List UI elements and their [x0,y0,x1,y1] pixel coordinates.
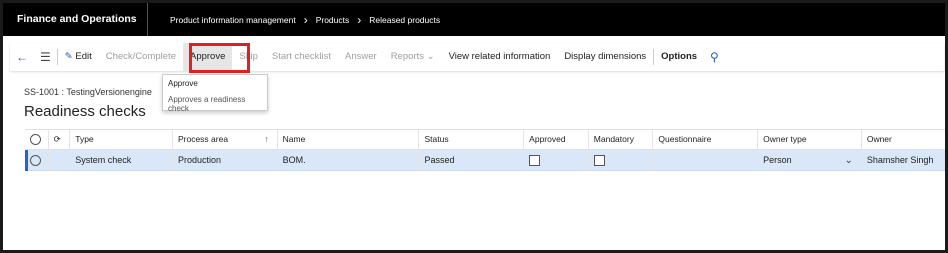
chevron-down-icon[interactable]: ⌄ [844,150,852,171]
approve-tooltip: Approve Approves a readiness check [162,74,268,113]
tooltip-description: Approves a readiness check [168,95,246,113]
chevron-right-icon: › [303,12,308,27]
readiness-checks-grid: ⟳ Type Process area ↑ Name Status Approve… [25,129,945,171]
row-spacer [49,149,71,171]
column-header-owner[interactable]: Owner [862,129,945,150]
edit-button[interactable]: ✎ Edit [58,43,99,71]
row-select-cell[interactable] [25,149,49,171]
table-row[interactable]: System check Production BOM. Passed Pers… [25,149,945,171]
owner-type-value: Person [763,154,792,165]
edit-label: Edit [75,51,92,62]
action-pane: ← ☰ ✎ Edit Check/Complete Approve Skip S… [10,43,944,71]
breadcrumb-item-released-products[interactable]: Released products [369,15,440,25]
tooltip-title: Approve [168,79,198,88]
record-caption: SS-1001 : TestingVersionengine [24,87,152,97]
cell-owner[interactable]: Shamsher Singh [862,150,945,171]
cell-mandatory[interactable] [589,149,654,171]
top-navigation-bar: Finance and Operations Product informati… [3,3,945,36]
column-header-owner-type[interactable]: Owner type [758,129,862,150]
pencil-icon: ✎ [64,51,73,62]
cell-process-area[interactable]: Production [173,149,278,171]
app-title[interactable]: Finance and Operations [3,3,148,36]
select-all-radio[interactable] [30,134,41,146]
breadcrumb: Product information management › Product… [148,12,440,27]
reports-menu[interactable]: Reports ⌄ [384,43,442,71]
row-selection-marker [25,149,28,171]
chevron-right-icon: › [357,12,362,27]
grid-header-row: ⟳ Type Process area ↑ Name Status Approve… [25,129,945,150]
start-checklist-button[interactable]: Start checklist [265,43,338,71]
cell-type[interactable]: System check [70,149,173,171]
column-header-name[interactable]: Name [278,129,420,150]
reports-label: Reports [390,51,424,62]
column-header-questionnaire[interactable]: Questionnaire [653,129,759,150]
view-related-information-button[interactable]: View related information [442,43,558,71]
cell-questionnaire[interactable] [653,149,759,171]
approve-highlight-box [189,43,250,73]
menu-icon[interactable]: ☰ [34,43,57,71]
breadcrumb-item-products[interactable]: Products [316,15,350,25]
cell-name[interactable]: BOM. [278,149,420,171]
column-header-status[interactable]: Status [419,129,525,150]
column-header-type[interactable]: Type [70,129,173,150]
approved-checkbox[interactable] [529,154,541,166]
refresh-icon[interactable]: ⟳ [49,129,71,150]
chevron-down-icon: ⌄ [426,51,435,62]
cell-status[interactable]: Passed [419,149,525,171]
mandatory-checkbox[interactable] [593,154,605,166]
column-header-approved[interactable]: Approved [524,129,589,150]
answer-button[interactable]: Answer [338,43,384,71]
column-header-process-area-label: Process area [177,134,229,144]
row-select-radio[interactable] [30,154,41,166]
back-arrow-icon[interactable]: ← [10,43,34,71]
check-complete-button[interactable]: Check/Complete [99,43,183,71]
options-tab[interactable]: Options [654,43,704,71]
app-window: Finance and Operations Product informati… [0,0,948,253]
page-title: Readiness checks [24,103,146,120]
cell-approved[interactable] [524,149,589,171]
sort-arrow-icon: ↑ [264,134,269,144]
display-dimensions-button[interactable]: Display dimensions [557,43,653,71]
cell-owner-type[interactable]: Person ⌄ [758,149,862,171]
breadcrumb-item-pim[interactable]: Product information management [170,15,296,25]
search-icon[interactable]: ⚲ [704,43,725,71]
column-header-mandatory[interactable]: Mandatory [589,129,654,150]
select-all-cell[interactable] [25,129,49,150]
column-header-process-area[interactable]: Process area ↑ [173,129,278,150]
